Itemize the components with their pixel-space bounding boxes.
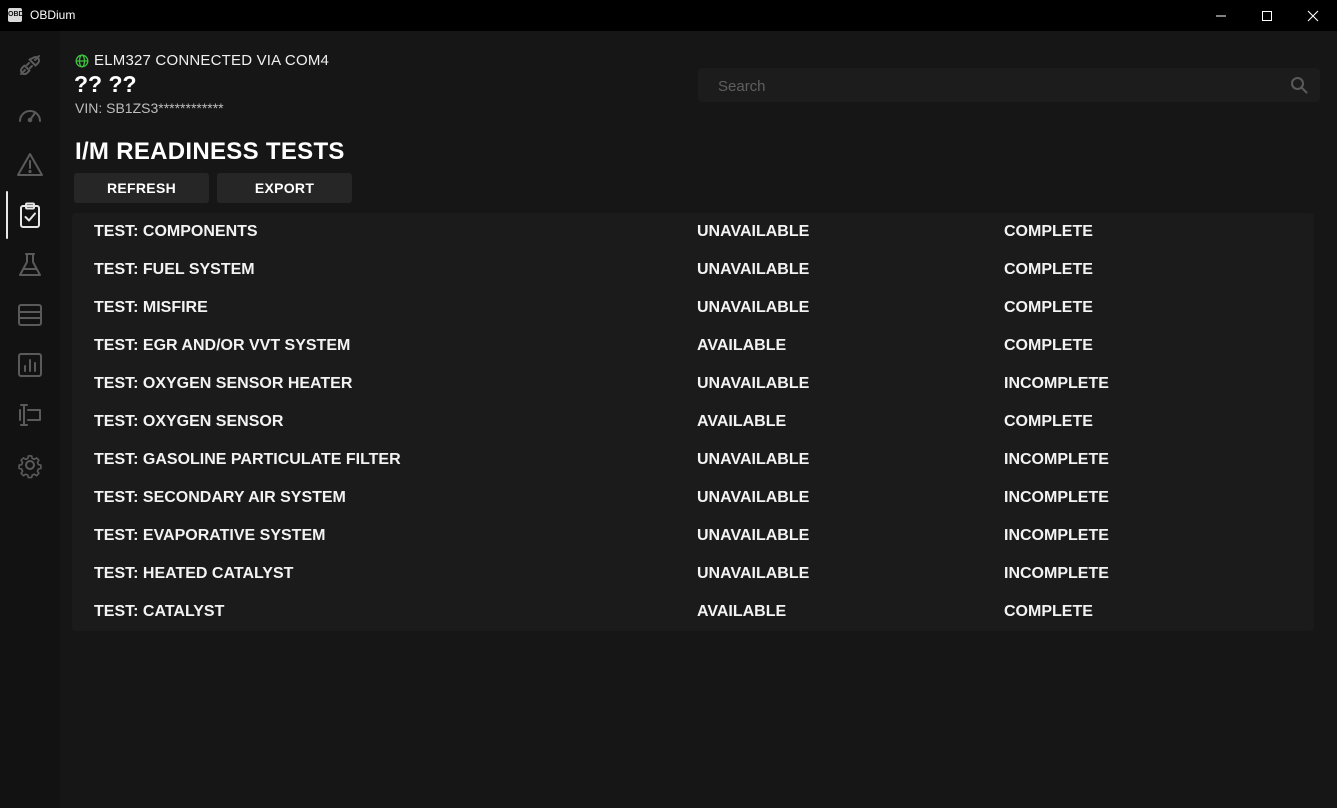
terminal-icon xyxy=(19,404,41,426)
test-availability: AVAILABLE xyxy=(697,603,787,620)
test-name: TEST: EGR AND/OR VVT SYSTEM xyxy=(94,337,351,354)
test-name: TEST: FUEL SYSTEM xyxy=(94,261,255,278)
sidebar-item-terminal[interactable] xyxy=(0,393,60,437)
test-name: TEST: OXYGEN SENSOR HEATER xyxy=(94,375,353,392)
chart-icon xyxy=(18,353,42,377)
search-icon[interactable] xyxy=(1290,76,1308,94)
close-icon xyxy=(1307,10,1319,21)
globe-icon xyxy=(75,54,89,67)
table-row: TEST: HEATED CATALYST UNAVAILABLE INCOMPLE… xyxy=(72,555,1314,593)
test-status: COMPLETE xyxy=(1004,261,1093,278)
test-status: INCOMPLETE xyxy=(1004,375,1109,392)
test-availability: UNAVAILABLE xyxy=(697,489,810,506)
maximize-button[interactable] xyxy=(1244,0,1290,31)
test-availability: UNAVAILABLE xyxy=(697,451,810,468)
flask-icon xyxy=(19,253,41,276)
sidebar-item-graphs[interactable] xyxy=(0,343,60,387)
main-content: ELM327 CONNECTED VIA COM4 ?? ?? VIN: SB1… xyxy=(60,31,1337,808)
test-name: TEST: EVAPORATIVE SYSTEM xyxy=(94,527,326,544)
sidebar-item-trouble-codes[interactable] xyxy=(0,143,60,187)
test-status: COMPLETE xyxy=(1004,223,1093,240)
table-row: TEST: EGR AND/OR VVT SYSTEM AVAILABLE COMP… xyxy=(72,327,1314,365)
sidebar-item-data[interactable] xyxy=(0,293,60,337)
table-row: TEST: OXYGEN SENSOR AVAILABLE COMPLETE xyxy=(72,403,1314,441)
maximize-icon xyxy=(1262,10,1272,21)
test-availability: UNAVAILABLE xyxy=(697,527,810,544)
warning-icon xyxy=(17,153,43,176)
test-availability: AVAILABLE xyxy=(697,337,787,354)
search-box xyxy=(698,68,1320,104)
readiness-table: TEST: COMPONENTS UNAVAILABLE COMPLETE TEST:… xyxy=(72,213,1314,631)
test-status: COMPLETE xyxy=(1004,603,1093,620)
sidebar-item-dashboard[interactable] xyxy=(0,93,60,137)
test-status: INCOMPLETE xyxy=(1004,451,1109,468)
table-row: TEST: FUEL SYSTEM UNAVAILABLE COMPLETE xyxy=(72,251,1314,289)
test-status: COMPLETE xyxy=(1004,337,1093,354)
test-name: TEST: GASOLINE PARTICULATE FILTER xyxy=(94,451,401,468)
window-title: OBDium xyxy=(30,8,76,22)
title-bar: OBD OBDium xyxy=(0,0,1337,31)
search-input[interactable] xyxy=(716,68,1280,104)
test-status: COMPLETE xyxy=(1004,299,1093,316)
app-logo-icon: OBD xyxy=(8,8,24,22)
connection-status: ELM327 CONNECTED VIA COM4 xyxy=(75,52,329,69)
connection-status-text: ELM327 CONNECTED VIA COM4 xyxy=(94,52,330,69)
test-name: TEST: SECONDARY AIR SYSTEM xyxy=(94,489,346,506)
sidebar-item-readiness[interactable] xyxy=(0,191,60,239)
test-status: INCOMPLETE xyxy=(1004,527,1109,544)
page-title: I/M READINESS TESTS xyxy=(75,138,345,165)
sidebar-item-tests[interactable] xyxy=(0,243,60,287)
plug-icon xyxy=(19,55,41,76)
test-availability: UNAVAILABLE xyxy=(697,565,810,582)
close-button[interactable] xyxy=(1290,0,1336,31)
test-availability: UNAVAILABLE xyxy=(697,261,810,278)
export-button[interactable]: EXPORT xyxy=(217,173,352,203)
test-availability: UNAVAILABLE xyxy=(697,223,810,240)
table-row: TEST: GASOLINE PARTICULATE FILTER UNAVAIL… xyxy=(72,441,1314,479)
table-row: TEST: OXYGEN SENSOR HEATER UNAVAILABLE INC… xyxy=(72,365,1314,403)
sidebar-item-connection[interactable] xyxy=(0,43,60,87)
table-row: TEST: EVAPORATIVE SYSTEM UNAVAILABLE INCOM… xyxy=(72,517,1314,555)
test-name: TEST: COMPONENTS xyxy=(94,223,258,240)
minimize-button[interactable] xyxy=(1198,0,1244,31)
test-name: TEST: OXYGEN SENSOR xyxy=(94,413,284,430)
table-row: TEST: COMPONENTS UNAVAILABLE COMPLETE xyxy=(72,213,1314,251)
test-status: COMPLETE xyxy=(1004,413,1093,430)
minimize-icon xyxy=(1216,15,1226,16)
test-name: TEST: MISFIRE xyxy=(94,299,208,316)
test-status: INCOMPLETE xyxy=(1004,489,1109,506)
database-icon xyxy=(18,304,42,326)
test-availability: AVAILABLE xyxy=(697,413,787,430)
test-availability: UNAVAILABLE xyxy=(697,299,810,316)
sidebar xyxy=(0,31,60,808)
table-row: TEST: MISFIRE UNAVAILABLE COMPLETE xyxy=(72,289,1314,327)
refresh-button[interactable]: REFRESH xyxy=(74,173,209,203)
vehicle-name: ?? ?? xyxy=(74,71,137,97)
gauge-icon xyxy=(19,110,41,123)
test-status: INCOMPLETE xyxy=(1004,565,1109,582)
test-name: TEST: CATALYST xyxy=(94,603,225,620)
clipboard-check-icon xyxy=(20,202,40,228)
table-row: TEST: CATALYST AVAILABLE COMPLETE xyxy=(72,593,1314,631)
sidebar-item-settings[interactable] xyxy=(0,443,60,487)
test-name: TEST: HEATED CATALYST xyxy=(94,565,294,582)
table-row: TEST: SECONDARY AIR SYSTEM UNAVAILABLE INC… xyxy=(72,479,1314,517)
vin-text: VIN: SB1ZS3************ xyxy=(75,100,224,116)
test-availability: UNAVAILABLE xyxy=(697,375,810,392)
gear-icon xyxy=(18,455,42,479)
